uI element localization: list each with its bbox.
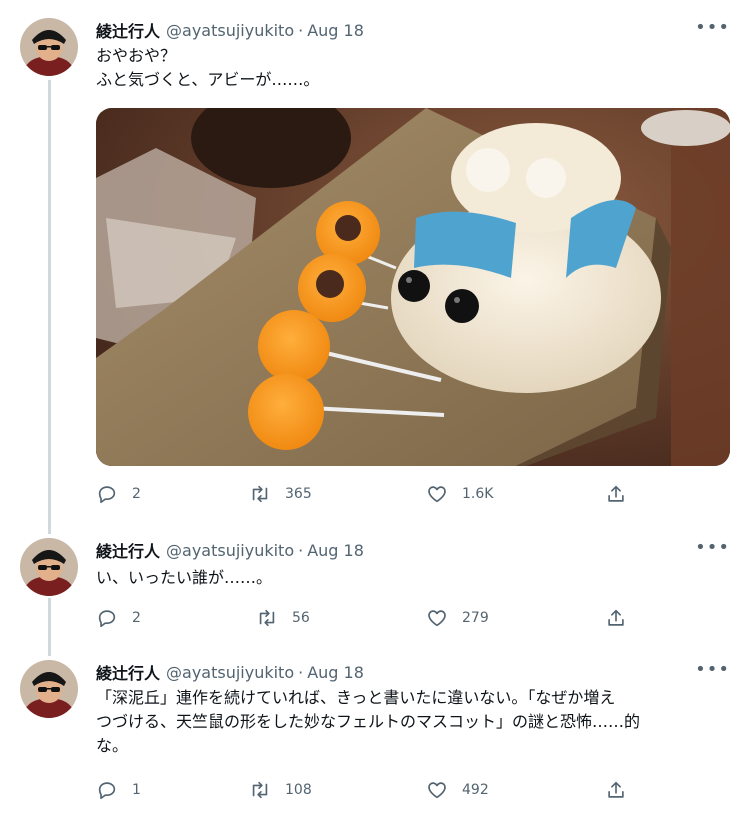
- author-name[interactable]: 綾辻行人: [96, 538, 160, 562]
- tweet-actions: 2 56 279: [96, 606, 656, 630]
- reply-button[interactable]: 1: [96, 778, 141, 802]
- retweet-icon: [252, 485, 268, 503]
- tweet-actions: 1 108 492: [96, 778, 656, 802]
- heart-icon: [428, 782, 446, 799]
- tweet-text-line: ふと気づくと、アビーが……。: [96, 70, 320, 89]
- separator-dot: ·: [298, 662, 304, 682]
- tweet-actions: 2 365 1.6K: [96, 482, 656, 506]
- more-options-icon[interactable]: •••: [695, 660, 730, 680]
- share-icon: [608, 781, 624, 798]
- retweet-button[interactable]: 365: [249, 482, 312, 506]
- tweet-text-line: な。: [96, 736, 129, 755]
- more-options-icon[interactable]: •••: [695, 18, 730, 38]
- share-icon: [608, 609, 624, 626]
- retweet-count: 365: [285, 486, 312, 502]
- like-button[interactable]: 1.6K: [426, 482, 493, 506]
- tweet-date[interactable]: Aug 18: [307, 21, 364, 40]
- tweet-text: い、いったい誰が……。: [96, 566, 272, 590]
- reply-button[interactable]: 2: [96, 606, 141, 630]
- retweet-button[interactable]: 56: [256, 606, 310, 630]
- tweet-text-line: おやおや？: [96, 46, 177, 65]
- like-count: 1.6K: [462, 486, 494, 502]
- tweet-text: 「深泥丘」連作を続けていれば、きっと書いたに違いない。「なぜか増え つづける、天…: [96, 686, 640, 758]
- tweet-text-line: つづける、天竺鼠の形をした妙なフェルトのマスコット」の謎と恐怖……的: [96, 712, 641, 731]
- like-button[interactable]: 279: [426, 606, 489, 630]
- tweet-text-line: い、いったい誰が……。: [96, 568, 273, 587]
- reply-count: 1: [132, 782, 141, 798]
- tweet-text: おやおや？ ふと気づくと、アビーが……。: [96, 44, 319, 92]
- tweet[interactable]: 綾辻行人 @ayatsujiyukito · Aug 18 ••• 「深泥丘」連…: [0, 660, 750, 810]
- share-button[interactable]: [605, 482, 627, 506]
- share-button[interactable]: [605, 606, 627, 630]
- tweet-text-line: 「深泥丘」連作を続けていれば、きっと書いたに違いない。「なぜか増え: [96, 688, 616, 707]
- like-button[interactable]: 492: [426, 778, 489, 802]
- reply-count: 2: [132, 486, 141, 502]
- retweet-count: 108: [285, 782, 312, 798]
- avatar[interactable]: [20, 660, 78, 718]
- retweet-count: 56: [292, 610, 310, 626]
- reply-icon: [98, 486, 116, 504]
- tweet[interactable]: 綾辻行人 @ayatsujiyukito · Aug 18 ••• い、いったい…: [0, 538, 750, 633]
- like-count: 492: [462, 782, 489, 798]
- tweet-date[interactable]: Aug 18: [307, 663, 364, 682]
- retweet-button[interactable]: 108: [249, 778, 312, 802]
- tweet[interactable]: 綾辻行人 @ayatsujiyukito · Aug 18 ••• おやおや？ …: [0, 18, 750, 518]
- reply-count: 2: [132, 610, 141, 626]
- author-name[interactable]: 綾辻行人: [96, 18, 160, 42]
- tweet-photo[interactable]: [96, 108, 730, 466]
- separator-dot: ·: [298, 20, 304, 40]
- author-name[interactable]: 綾辻行人: [96, 660, 160, 684]
- retweet-icon: [259, 609, 275, 627]
- like-count: 279: [462, 610, 489, 626]
- author-handle[interactable]: @ayatsujiyukito: [166, 541, 294, 560]
- heart-icon: [428, 486, 446, 503]
- reply-icon: [98, 610, 116, 628]
- author-handle[interactable]: @ayatsujiyukito: [166, 663, 294, 682]
- retweet-icon: [252, 781, 268, 799]
- tweet-date[interactable]: Aug 18: [307, 541, 364, 560]
- share-button[interactable]: [605, 778, 627, 802]
- more-options-icon[interactable]: •••: [695, 538, 730, 558]
- separator-dot: ·: [298, 540, 304, 560]
- reply-icon: [98, 782, 116, 800]
- share-icon: [608, 485, 624, 502]
- avatar[interactable]: [20, 18, 78, 76]
- avatar[interactable]: [20, 538, 78, 596]
- heart-icon: [428, 610, 446, 627]
- reply-button[interactable]: 2: [96, 482, 141, 506]
- author-handle[interactable]: @ayatsujiyukito: [166, 21, 294, 40]
